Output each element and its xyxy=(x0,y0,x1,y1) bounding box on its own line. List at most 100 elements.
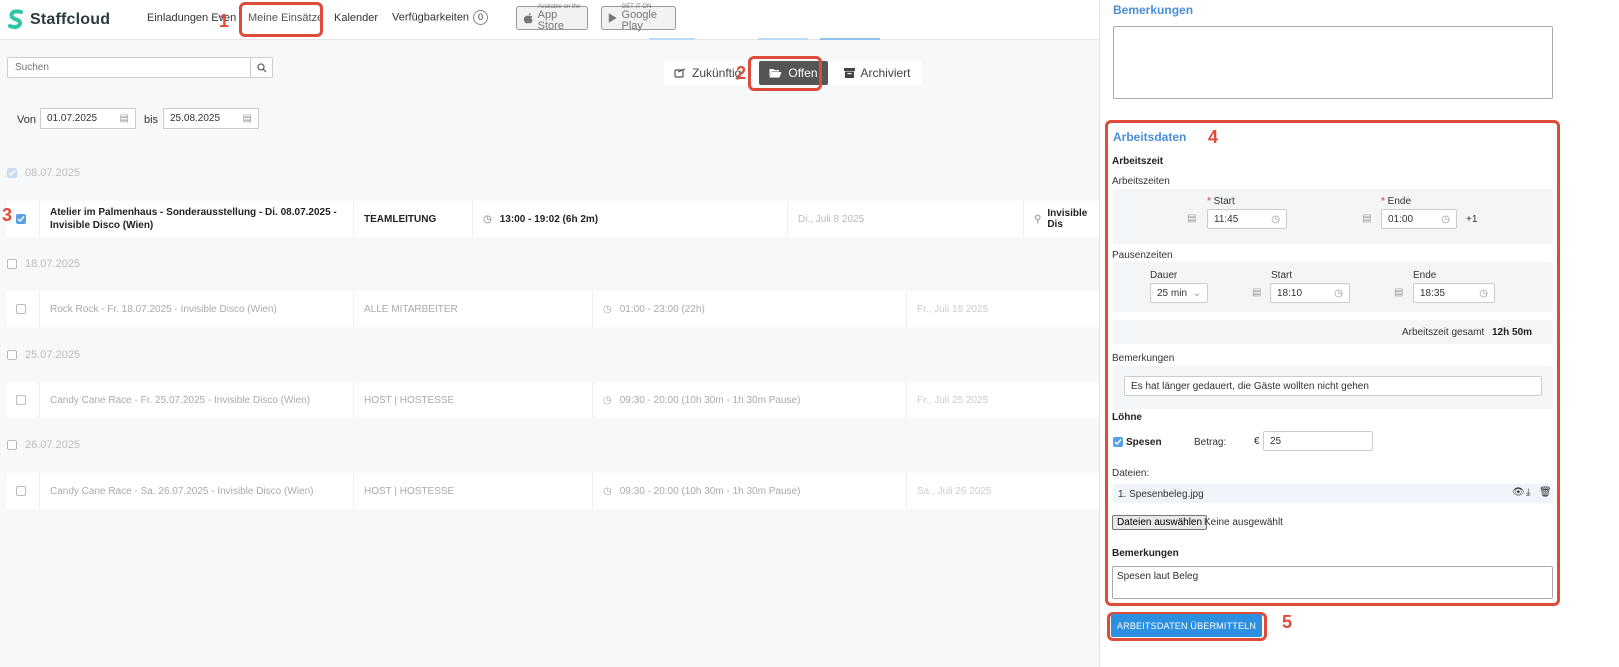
start-time-value: 11:45 xyxy=(1214,213,1239,225)
break-duration-select[interactable]: 25 min ⌄ xyxy=(1150,283,1208,303)
break-start-input[interactable]: 18:10 ◷ xyxy=(1270,283,1350,303)
clock-icon: ◷ xyxy=(603,303,612,315)
files-label: Dateien: xyxy=(1112,468,1150,479)
calendar-icon[interactable]: ▤ xyxy=(1252,287,1261,298)
end-time-input[interactable]: 01:00 ◷ xyxy=(1381,209,1457,229)
group-date: 08.07.2025 xyxy=(25,167,81,179)
clock-icon: ◷ xyxy=(603,394,612,406)
to-date-input[interactable]: 25.08.2025 ▤ xyxy=(163,108,259,129)
row-checkbox[interactable] xyxy=(16,395,26,405)
break-end-input[interactable]: 18:35 ◷ xyxy=(1413,283,1495,303)
break-duration-value: 25 min xyxy=(1157,287,1188,299)
row-title: Rock Rock - Fr. 18.07.2025 - Invisible D… xyxy=(40,291,354,327)
app-store-button[interactable]: Available on the App Store xyxy=(516,4,588,32)
start-time-input[interactable]: 11:45 ◷ xyxy=(1207,209,1287,229)
clock-icon: ◷ xyxy=(1271,213,1280,225)
row-checkbox[interactable] xyxy=(16,304,26,314)
row-checkbox[interactable] xyxy=(16,486,26,496)
top-accent xyxy=(820,38,880,40)
check-icon xyxy=(17,216,25,223)
nav-verfuegbarkeiten[interactable]: Verfügbarkeiten 0 xyxy=(392,10,489,25)
choose-files-button[interactable]: Dateien auswählen xyxy=(1112,515,1208,530)
calendar-icon: ▤ xyxy=(242,113,252,124)
eye-icon[interactable]: 👁 xyxy=(1512,487,1525,498)
search-box xyxy=(7,57,273,78)
annotation-box-1 xyxy=(239,2,323,37)
annotation-number-5: 5 xyxy=(1282,612,1293,632)
table-row[interactable]: Atelier im Palmenhaus - Sonderausstellun… xyxy=(7,201,1099,237)
annotation-number-2: 2 xyxy=(736,63,747,83)
from-date-value: 01.07.2025 xyxy=(47,113,98,124)
group-date: 26.07.2025 xyxy=(25,439,81,451)
nav-kalender[interactable]: Kalender xyxy=(334,12,378,24)
check-icon xyxy=(1114,439,1122,446)
expenses-remarks-textarea[interactable]: Spesen laut Beleg xyxy=(1112,566,1553,599)
row-checkbox[interactable] xyxy=(16,214,26,224)
table-row[interactable]: Rock Rock - Fr. 18.07.2025 - Invisible D… xyxy=(7,291,1099,327)
duration-label: Dauer xyxy=(1150,270,1178,281)
app-store-big-text: App Store xyxy=(537,9,564,32)
calendar-icon[interactable]: ▤ xyxy=(1187,213,1196,224)
app-logo[interactable]: Staffcloud xyxy=(8,8,110,32)
expenses-label: Spesen xyxy=(1126,437,1162,448)
apple-icon xyxy=(523,12,533,24)
calendar-icon[interactable]: ▤ xyxy=(1394,287,1403,298)
work-remarks-value: Es hat länger gedauert, die Gäste wollte… xyxy=(1131,380,1369,392)
group-checkbox[interactable] xyxy=(7,350,17,360)
chevron-down-icon: ⌄ xyxy=(1192,287,1201,299)
amount-input[interactable]: 25 xyxy=(1263,431,1373,451)
group-header: 18.07.2025 xyxy=(7,254,80,274)
work-remarks-input[interactable]: Es hat länger gedauert, die Gäste wollte… xyxy=(1124,376,1542,396)
submit-work-data-button[interactable]: ARBEITSDATEN ÜBERMITTELN xyxy=(1111,614,1262,637)
row-checkbox-cell xyxy=(7,291,40,327)
app-name: Staffcloud xyxy=(30,11,111,28)
search-icon xyxy=(256,62,266,72)
required-marker: * xyxy=(1207,196,1214,207)
group-checkbox[interactable] xyxy=(7,168,17,178)
future-icon xyxy=(674,67,686,78)
search-button[interactable] xyxy=(250,58,272,77)
map-pin-icon: ⚲ xyxy=(1034,213,1042,225)
table-row[interactable]: Candy Cane Race - Fr. 25.07.2025 - Invis… xyxy=(7,382,1099,418)
group-checkbox[interactable] xyxy=(7,440,17,450)
row-checkbox-cell xyxy=(7,382,40,418)
remarks-textarea[interactable] xyxy=(1113,26,1553,99)
row-date: Fr., Juli 25 2025 xyxy=(917,394,989,406)
from-label: Von xyxy=(17,114,36,126)
to-date-value: 25.08.2025 xyxy=(170,113,221,124)
row-time-value: 13:00 - 19:02 (6h 2m) xyxy=(499,213,599,225)
total-worktime-label: Arbeitszeit gesamt xyxy=(1402,327,1485,338)
top-accent xyxy=(758,38,808,40)
currency-symbol: € xyxy=(1254,436,1260,447)
trash-icon[interactable]: 🗑 xyxy=(1539,487,1552,498)
end-label-text: Ende xyxy=(1387,196,1412,207)
download-icon[interactable]: ⤓ xyxy=(1526,487,1530,498)
top-accent xyxy=(649,38,695,40)
check-icon xyxy=(8,170,16,177)
no-file-selected-text: Keine ausgewählt xyxy=(1204,517,1283,528)
tab-zukuenftig-label: Zukünftig xyxy=(692,66,742,80)
row-time: ◷ 13:00 - 19:02 (6h 2m) xyxy=(473,201,788,237)
staffcloud-logo-icon xyxy=(8,9,23,29)
table-row[interactable]: Candy Cane Race - Sa. 26.07.2025 - Invis… xyxy=(7,473,1099,509)
total-worktime-value: 12h 50m xyxy=(1492,327,1533,338)
file-name[interactable]: 1. Spesenbeleg.jpg xyxy=(1118,489,1204,500)
tab-archiviert-label: Archiviert xyxy=(860,66,911,80)
google-play-button[interactable]: GET IT ON Google Play xyxy=(601,4,676,32)
expenses-remarks-value: Spesen laut Beleg xyxy=(1117,571,1199,582)
group-date: 25.07.2025 xyxy=(25,349,81,361)
from-date-input[interactable]: 01.07.2025 ▤ xyxy=(40,108,136,129)
end-time-value: 01:00 xyxy=(1388,213,1414,225)
worktimes-box xyxy=(1113,189,1553,244)
search-input[interactable] xyxy=(8,58,246,77)
group-header: 08.07.2025 xyxy=(7,163,80,183)
calendar-icon[interactable]: ▤ xyxy=(1362,213,1371,224)
group-checkbox[interactable] xyxy=(7,259,17,269)
expenses-checkbox[interactable] xyxy=(1113,437,1123,447)
row-time-value: 09:30 - 20:00 (10h 30m - 1h 30m Pause) xyxy=(619,394,801,406)
worktime-label: Arbeitszeit xyxy=(1112,156,1164,167)
group-date: 18.07.2025 xyxy=(25,258,81,270)
tab-archiviert[interactable]: Archiviert xyxy=(834,61,921,85)
row-location-value: Invisible Dis xyxy=(1047,208,1088,230)
row-location: ⚲ Invisible Dis xyxy=(1024,201,1099,237)
